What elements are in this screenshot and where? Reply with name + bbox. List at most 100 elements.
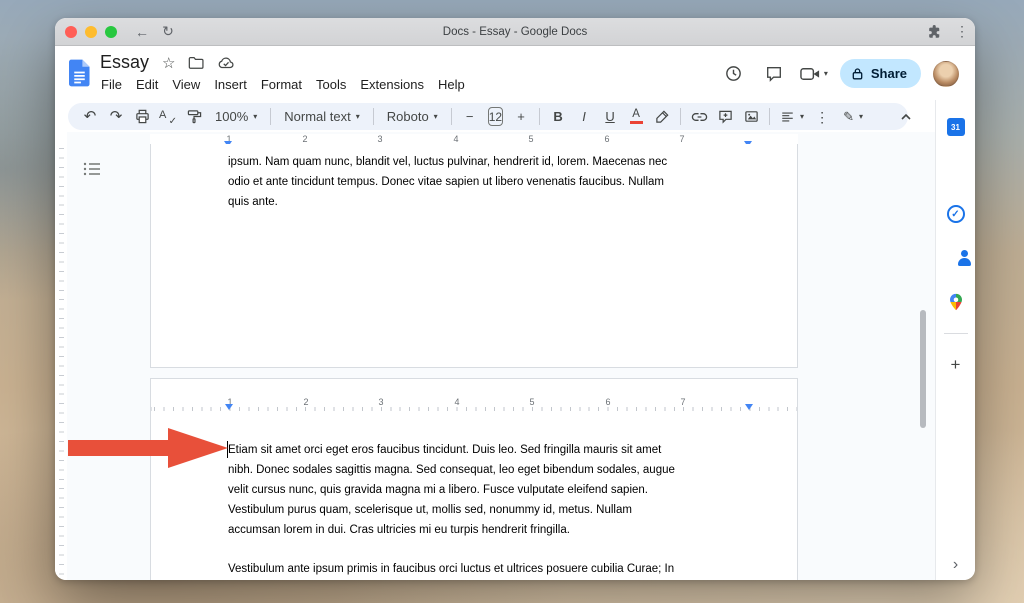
underline-button[interactable]: U [598,105,622,129]
version-history-icon[interactable] [720,60,748,88]
align-select[interactable]: ▾ [776,110,808,124]
print-icon[interactable] [130,105,154,129]
calendar-icon[interactable]: 31 [947,118,965,136]
page2-paragraph2: Vestibulum ante ipsum primis in faucibus… [228,559,674,579]
ruler-number: 3 [377,134,382,144]
browser-window: ← ↻ Docs - Essay - Google Docs ⋮ Essay ☆ [55,18,975,580]
docs-logo-icon[interactable] [69,59,90,87]
align-caret: ▾ [800,113,804,121]
menu-tools[interactable]: Tools [309,75,353,94]
text-color-letter: A [632,109,640,121]
insert-link-icon[interactable] [687,105,711,129]
menu-format[interactable]: Format [254,75,309,94]
text-line[interactable]: odio et ante tincidunt tempus. Donec vit… [228,172,667,192]
document-title[interactable]: Essay [100,52,149,73]
close-window-button[interactable] [65,26,77,38]
annotation-arrow [68,427,228,469]
calendar-day-label: 31 [951,123,960,132]
right-margin-marker[interactable] [745,404,753,410]
spellcheck-letter: A [159,109,166,121]
increase-font-size-button[interactable]: + [509,105,533,129]
text-line[interactable]: ipsum. Nam quam nunc, blandit vel, luctu… [228,152,667,172]
browser-menu-icon[interactable]: ⋮ [955,23,965,40]
ruler-number: 2 [303,397,308,407]
text-line[interactable]: accumsan lorem in dui. Cras ultricies mi… [228,520,675,540]
editing-mode-select[interactable]: ✎ ▾ [836,109,870,125]
star-icon[interactable]: ☆ [162,54,175,72]
page2-ruler: 1 2 3 4 5 6 7 [151,397,797,411]
highlight-color-icon[interactable] [650,105,674,129]
separator [451,108,452,125]
document-outline-icon[interactable] [79,156,105,182]
titlebar: ← ↻ Docs - Essay - Google Docs ⋮ [55,18,975,46]
vertical-ruler [55,132,67,580]
menu-insert[interactable]: Insert [207,75,254,94]
maps-icon[interactable] [947,293,965,311]
hide-menus-chevron-icon[interactable] [894,105,918,129]
ruler-number: 6 [604,134,609,144]
text-line[interactable]: velit cursus nunc, quis gravida magna mi… [228,480,675,500]
menu-view[interactable]: View [165,75,207,94]
zoom-caret: ▾ [253,113,257,121]
insert-image-icon[interactable] [739,105,763,129]
hide-panel-chevron-icon[interactable]: › [953,556,958,574]
ruler-number: 7 [680,397,685,407]
left-margin-marker[interactable] [225,404,233,410]
ruler-number: 3 [378,397,383,407]
add-comment-icon[interactable] [713,105,737,129]
cloud-saved-icon[interactable] [217,56,235,69]
text-line[interactable]: quis ante. [228,192,667,212]
zoom-select[interactable]: 100% ▾ [208,109,264,124]
move-folder-icon[interactable] [188,56,204,69]
menu-bar: File Edit View Insert Format Tools Exten… [94,75,472,94]
add-addon-button[interactable]: + [951,356,961,374]
italic-button[interactable]: I [572,105,596,129]
decrease-font-size-button[interactable]: − [458,105,482,129]
menu-file[interactable]: File [94,75,129,94]
toolbar: ↶ ↷ A✓ 100% ▾ Normal text ▾ Roboto ▾ − 1… [68,103,908,130]
editing-mode-caret: ▾ [859,113,863,121]
align-left-icon [780,110,795,124]
tasks-check: ✓ [951,209,959,220]
comments-icon[interactable] [760,60,788,88]
ruler-number: 5 [528,134,533,144]
font-family-select[interactable]: Roboto ▾ [380,109,445,124]
ruler-number: 2 [302,134,307,144]
page-2[interactable]: 1 2 3 4 5 6 7 Etiam sit amet orci eget e… [150,378,798,580]
minimize-window-button[interactable] [85,26,97,38]
menu-edit[interactable]: Edit [129,75,165,94]
share-button[interactable]: Share [840,59,921,88]
font-family-value: Roboto [387,109,429,124]
font-size-input[interactable]: 12 [488,107,503,126]
text-line[interactable]: Etiam sit amet orci eget eros faucibus t… [228,440,675,460]
back-icon[interactable]: ← [133,24,151,40]
extensions-puzzle-icon[interactable] [927,25,941,39]
page-1[interactable]: ipsum. Nam quam nunc, blandit vel, luctu… [150,144,798,368]
menu-help[interactable]: Help [431,75,472,94]
redo-icon[interactable]: ↷ [104,105,128,129]
reload-icon[interactable]: ↻ [159,23,177,40]
paragraph-style-select[interactable]: Normal text ▾ [277,109,366,124]
toolbar-overflow-icon[interactable]: ⋮ [810,105,834,129]
text-line[interactable]: Vestibulum ante ipsum primis in faucibus… [228,559,674,579]
fullscreen-window-button[interactable] [105,26,117,38]
text-line[interactable]: nibh. Donec sodales sagittis magna. Sed … [228,460,675,480]
text-color-button[interactable]: A [624,105,648,129]
avatar[interactable] [933,61,959,87]
menu-extensions[interactable]: Extensions [353,75,431,94]
ruler-number: 4 [454,397,459,407]
bold-button[interactable]: B [546,105,570,129]
text-line[interactable]: Vestibulum purus quam, scelerisque ut, m… [228,500,675,520]
separator [769,108,770,125]
paint-format-icon[interactable] [182,105,206,129]
tasks-icon[interactable]: ✓ [947,205,965,223]
meet-camera-button[interactable]: ▾ [800,67,828,81]
ruler-number: 5 [529,397,534,407]
vertical-scrollbar[interactable] [920,310,926,428]
page1-text: ipsum. Nam quam nunc, blandit vel, luctu… [228,152,667,212]
undo-icon[interactable]: ↶ [78,105,102,129]
camera-dropdown-caret[interactable]: ▾ [824,70,828,78]
spellcheck-icon[interactable]: A✓ [156,105,180,129]
share-button-label: Share [871,66,907,81]
panel-divider [944,333,968,334]
